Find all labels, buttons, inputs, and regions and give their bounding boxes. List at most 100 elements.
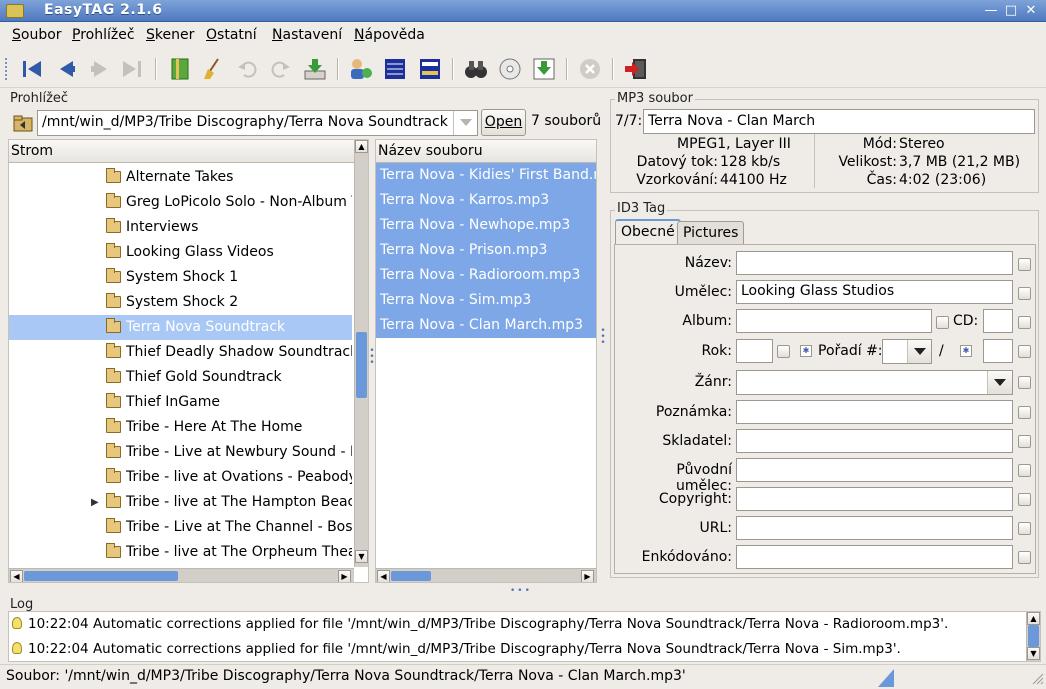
copyright-input[interactable] — [736, 487, 1013, 511]
tree-hscrollbar[interactable]: ◀ ▶ — [9, 568, 354, 582]
prev-icon[interactable] — [53, 55, 81, 83]
track-total-icon[interactable]: ✱ — [960, 345, 972, 357]
tree-item[interactable]: Terra Nova Soundtrack — [9, 315, 352, 340]
track-apply-checkbox[interactable] — [1018, 345, 1031, 358]
path-input[interactable]: /mnt/win_d/MP3/Tribe Discography/Terra N… — [42, 114, 452, 130]
tab-obecne[interactable]: Obecné — [615, 219, 681, 245]
files-hscroll-thumb[interactable] — [391, 571, 431, 581]
menu-ostatni[interactable]: Ostatní — [206, 27, 257, 43]
copyright-apply-checkbox[interactable] — [1018, 493, 1031, 506]
last-icon[interactable] — [118, 55, 146, 83]
stop-icon[interactable] — [576, 55, 604, 83]
file-row[interactable]: Terra Nova - Clan March.mp3 — [376, 313, 596, 338]
tab-pictures[interactable]: Pictures — [677, 221, 745, 245]
scroll-left-icon[interactable]: ◀ — [10, 570, 23, 582]
composer-apply-checkbox[interactable] — [1018, 435, 1031, 448]
minimize-button[interactable]: — — [982, 3, 1000, 19]
tree-hscroll-thumb[interactable] — [24, 571, 178, 581]
title-bar[interactable]: EasyTAG 2.1.6 — □ ✕ — [0, 0, 1046, 22]
tree-item[interactable]: Tribe - live at Ovations - Peabody — [9, 465, 352, 490]
track-combo[interactable] — [882, 339, 932, 364]
tree-item[interactable]: Looking Glass Videos — [9, 240, 352, 265]
download-icon[interactable] — [530, 55, 558, 83]
file-row[interactable]: Terra Nova - Karros.mp3 — [376, 188, 596, 213]
scroll-left-icon[interactable]: ◀ — [377, 570, 390, 582]
menu-napoveda[interactable]: Nápověda — [354, 27, 425, 43]
year-input[interactable] — [736, 339, 773, 363]
tree-item[interactable]: Thief InGame — [9, 390, 352, 415]
log-vscroll-thumb[interactable] — [1028, 625, 1039, 647]
files-header[interactable]: Název souboru — [376, 140, 596, 163]
resize-grip-icon[interactable] — [878, 667, 894, 687]
album-input[interactable] — [736, 309, 932, 333]
scroll-up-icon[interactable]: ▲ — [355, 140, 368, 153]
tree-vscroll-thumb[interactable] — [356, 332, 367, 398]
menu-prohlizec[interactable]: Prohlížeč — [72, 27, 135, 43]
tree-item[interactable]: Tribe - Live at Newbury Sound - B — [9, 440, 352, 465]
parent-folder-icon[interactable] — [12, 113, 34, 133]
tree-item[interactable]: ▶ Tribe - live at The Hampton Beach — [9, 490, 352, 515]
url-input[interactable] — [736, 516, 1013, 540]
tree-item[interactable]: Thief Gold Soundtrack — [9, 365, 352, 390]
encoded-apply-checkbox[interactable] — [1018, 551, 1031, 564]
list2-icon[interactable] — [416, 55, 444, 83]
path-combo[interactable]: /mnt/win_d/MP3/Tribe Discography/Terra N… — [37, 110, 478, 136]
scroll-down-icon[interactable]: ▼ — [355, 550, 368, 563]
composer-input[interactable] — [736, 429, 1013, 453]
file-row[interactable]: Terra Nova - Sim.mp3 — [376, 288, 596, 313]
filename-input[interactable]: Terra Nova - Clan March — [643, 109, 1035, 134]
comment-input[interactable] — [736, 400, 1013, 424]
first-icon[interactable] — [18, 55, 46, 83]
scroll-right-icon[interactable]: ▶ — [581, 570, 594, 582]
tree-item[interactable]: Interviews — [9, 215, 352, 240]
file-row[interactable]: Terra Nova - Newhope.mp3 — [376, 213, 596, 238]
track-total-input[interactable] — [983, 339, 1013, 363]
undo-icon[interactable] — [234, 55, 262, 83]
menu-nastaveni[interactable]: Nastavení — [272, 27, 342, 43]
tree-header[interactable]: Strom — [9, 140, 354, 163]
title-apply-checkbox[interactable] — [1018, 258, 1031, 271]
orig-artist-input[interactable] — [736, 458, 1013, 482]
resize-corner-icon[interactable] — [1030, 671, 1044, 685]
scroll-right-icon[interactable]: ▶ — [338, 570, 351, 582]
save-icon[interactable] — [301, 55, 329, 83]
chevron-down-icon[interactable] — [907, 340, 931, 363]
orig-artist-apply-checkbox[interactable] — [1018, 464, 1031, 477]
genre-apply-checkbox[interactable] — [1018, 376, 1031, 389]
list-icon[interactable] — [381, 55, 409, 83]
artist-apply-checkbox[interactable] — [1018, 287, 1031, 300]
comment-apply-checkbox[interactable] — [1018, 406, 1031, 419]
open-button[interactable]: Open — [481, 109, 526, 136]
cd-icon[interactable] — [496, 55, 524, 83]
log-vscrollbar[interactable]: ▲ ▼ — [1026, 612, 1040, 661]
cd-apply-checkbox[interactable] — [1018, 316, 1031, 329]
tree-vscrollbar[interactable]: ▲ ▼ — [354, 140, 368, 567]
scroll-up-icon[interactable]: ▲ — [1027, 612, 1040, 625]
url-apply-checkbox[interactable] — [1018, 522, 1031, 535]
toolbar-grip[interactable] — [5, 58, 9, 80]
book-icon[interactable] — [166, 55, 194, 83]
next-icon[interactable] — [86, 55, 114, 83]
tree-item[interactable]: Greg LoPicolo Solo - Non-Album Tr — [9, 190, 352, 215]
tree-item[interactable]: Tribe - Live at The Channel - Bost — [9, 515, 352, 540]
file-row[interactable]: Terra Nova - Kidies' First Band.mp3 — [376, 163, 596, 188]
scroll-down-icon[interactable]: ▼ — [1027, 647, 1040, 660]
chevron-down-icon[interactable] — [453, 111, 477, 135]
tree-item[interactable]: System Shock 2 — [9, 290, 352, 315]
maximize-button[interactable]: □ — [1002, 3, 1020, 19]
redo-icon[interactable] — [266, 55, 294, 83]
chevron-down-icon[interactable] — [987, 371, 1012, 394]
menu-skener[interactable]: Skener — [146, 27, 194, 43]
title-input[interactable] — [736, 251, 1013, 275]
tree-item[interactable]: Thief Deadly Shadow Soundtrack — [9, 340, 352, 365]
files-hscrollbar[interactable]: ◀ ▶ — [376, 568, 596, 582]
cd-input[interactable] — [983, 309, 1013, 333]
binoculars-icon[interactable] — [462, 55, 490, 83]
close-button[interactable]: ✕ — [1022, 3, 1040, 19]
exit-icon[interactable] — [622, 55, 650, 83]
file-row[interactable]: Terra Nova - Prison.mp3 — [376, 238, 596, 263]
users-icon[interactable] — [347, 55, 375, 83]
tree-item[interactable]: Alternate Takes — [9, 165, 352, 190]
genre-combo[interactable] — [736, 370, 1013, 395]
tree-item[interactable]: Tribe - live at The Orpheum Theat — [9, 540, 352, 565]
